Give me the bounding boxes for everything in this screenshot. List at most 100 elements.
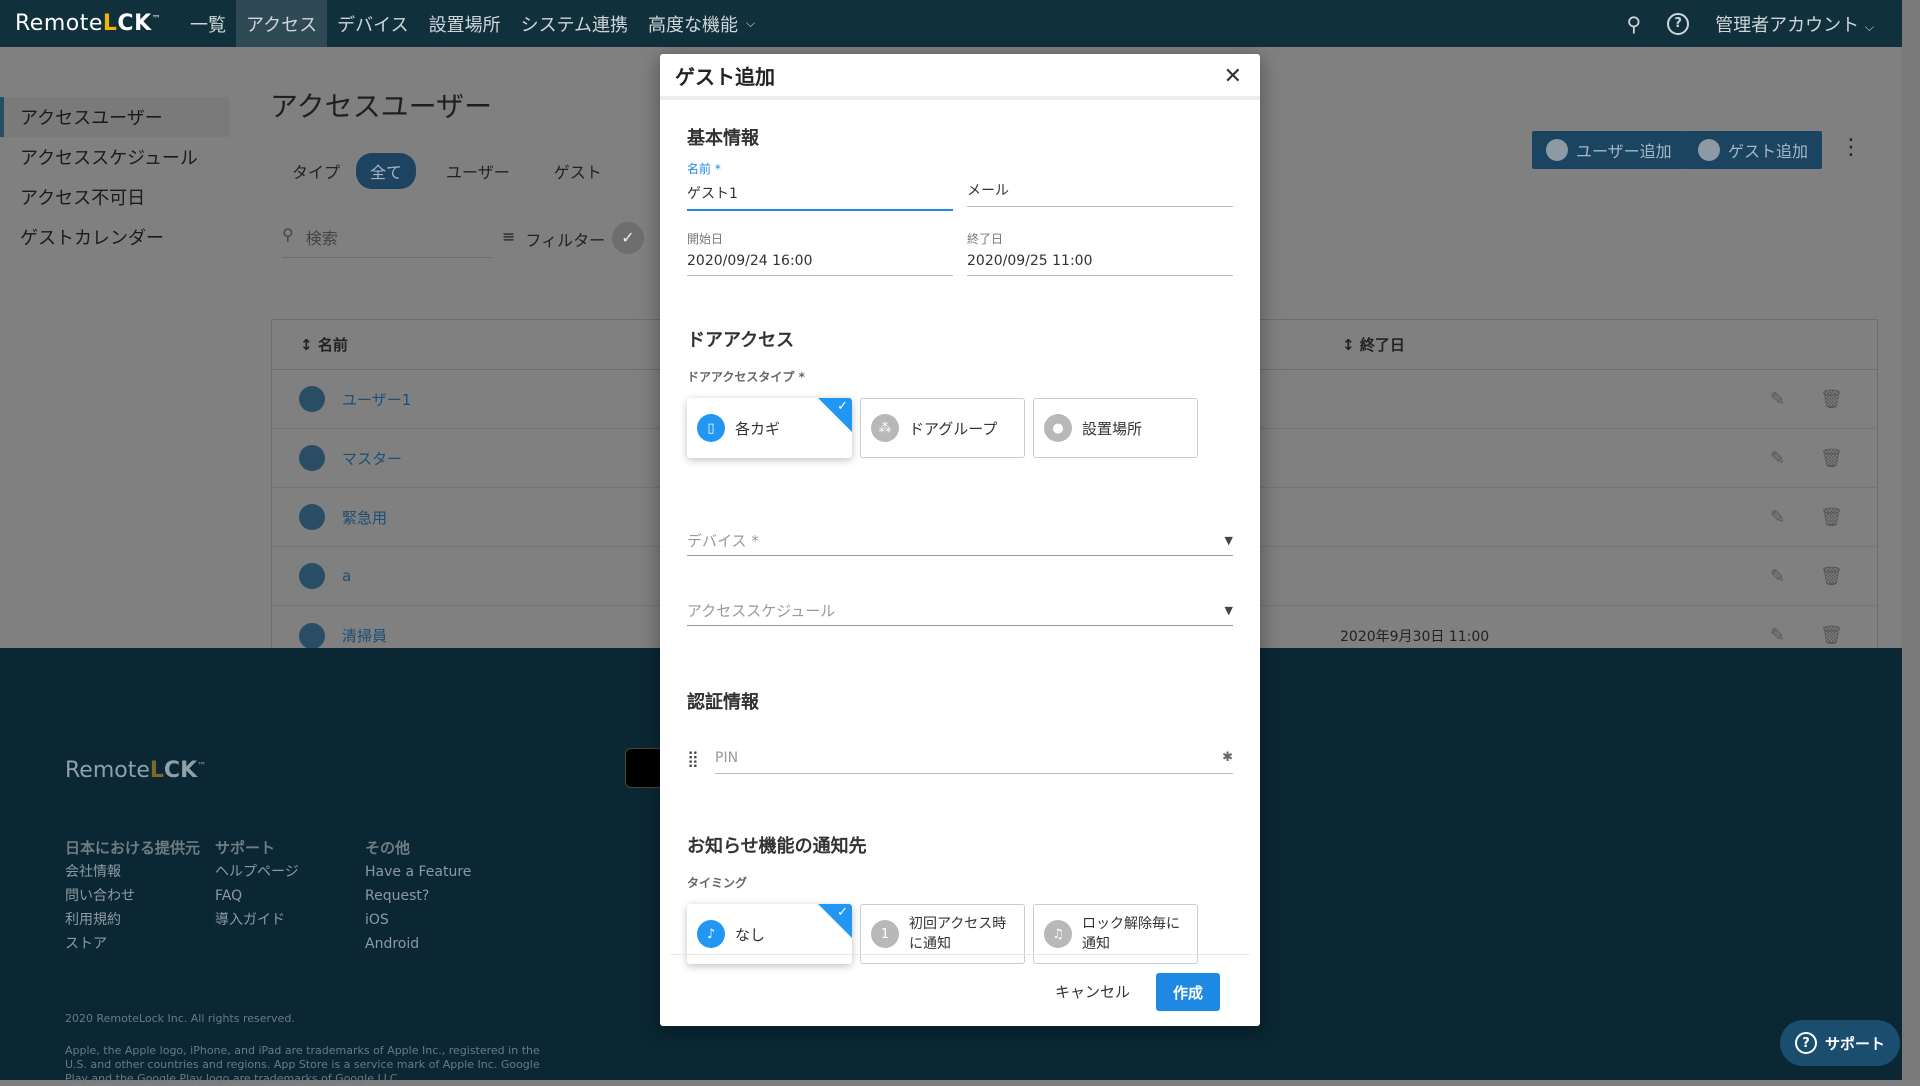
sort-icon: ↕ <box>1342 336 1355 354</box>
start-date-field[interactable]: 開始日 2020/09/24 16:00 <box>687 230 953 276</box>
edit-icon[interactable]: ✎ <box>1770 448 1785 469</box>
sidebar-item-access-schedules[interactable]: アクセススケジュール <box>0 137 230 177</box>
search-input[interactable]: ⚲ 検索 <box>282 225 492 258</box>
nav-item-advanced[interactable]: 高度な機能 ⌵ <box>638 0 765 47</box>
footer-logo: RemoteLCK™ <box>65 758 207 783</box>
user-name-link[interactable]: a <box>342 567 351 585</box>
chip-all[interactable]: 全て <box>356 153 417 189</box>
user-name-link[interactable]: 緊急用 <box>342 507 387 528</box>
top-right-actions: ⚲ ? 管理者アカウント ⌵ <box>1627 11 1875 37</box>
email-label-spacer <box>967 160 1233 174</box>
sort-name-header[interactable]: ↕ 名前 <box>300 334 348 355</box>
sidebar-item-guest-calendar[interactable]: ゲストカレンダー <box>0 217 230 257</box>
col-name-label: 名前 <box>317 336 348 354</box>
guest-avatar-icon <box>299 622 325 649</box>
door-group-icon: ⁂ <box>871 414 899 442</box>
end-date-field[interactable]: 終了日 2020/09/25 11:00 <box>967 230 1233 276</box>
sidebar-item-blackout-dates[interactable]: アクセス不可日 <box>0 177 230 217</box>
account-label: 管理者アカウント <box>1715 14 1860 36</box>
app-store-badge-icon[interactable] <box>625 748 665 788</box>
name-field[interactable]: 名前 * ゲスト1 <box>687 160 953 211</box>
delete-icon[interactable]: 🗑 <box>1820 507 1843 528</box>
email-field[interactable]: メール <box>967 160 1233 207</box>
bell-off-icon: ♪ <box>697 920 725 948</box>
option-label: ドアグループ <box>909 419 998 438</box>
filter-button[interactable]: ≡ フィルター <box>502 227 605 251</box>
app-logo[interactable]: RemoteLCK™ <box>15 11 180 36</box>
user-avatar-icon <box>299 563 325 589</box>
sort-end-header[interactable]: ↕ 終了日 <box>1342 334 1405 355</box>
delete-icon[interactable]: 🗑 <box>1820 389 1843 410</box>
user-name-link[interactable]: ユーザー1 <box>342 389 411 410</box>
name-value: ゲスト1 <box>687 186 738 202</box>
check-icon: ✓ <box>837 905 848 920</box>
nav-item-overview[interactable]: 一覧 <box>180 0 236 47</box>
page-title: アクセスユーザー <box>270 90 493 123</box>
section-door-access: ドアアクセス <box>687 330 795 351</box>
chip-guest[interactable]: ゲスト <box>540 153 616 189</box>
generate-pin-icon[interactable]: ✱ <box>1222 750 1233 765</box>
cancel-button[interactable]: キャンセル <box>1055 981 1130 1002</box>
footer-col-title: サポート <box>215 839 276 857</box>
user-name-link[interactable]: マスター <box>342 448 402 469</box>
user-name-link[interactable]: 清掃員 <box>342 625 387 646</box>
footer-link[interactable]: 導入ガイド <box>215 908 299 932</box>
option-label: 初回アクセス時に通知 <box>909 916 1007 952</box>
edit-icon[interactable]: ✎ <box>1770 507 1785 528</box>
dialog-header: ゲスト追加 ✕ <box>660 54 1260 100</box>
access-schedule-select[interactable]: アクセススケジュール ▼ <box>687 596 1233 626</box>
add-guest-button[interactable]: ゲスト追加 <box>1684 131 1823 169</box>
door-type-location[interactable]: ● 設置場所 <box>1033 398 1198 458</box>
nav-item-devices[interactable]: デバイス <box>327 0 418 47</box>
user-icon <box>1546 139 1568 161</box>
page-scrollbar[interactable] <box>1902 0 1920 1080</box>
nav-item-access[interactable]: アクセス <box>236 0 328 47</box>
edit-icon[interactable]: ✎ <box>1770 566 1785 587</box>
footer-link[interactable]: ストア <box>65 932 205 956</box>
footer-link[interactable]: Android <box>365 932 471 956</box>
chip-user[interactable]: ユーザー <box>432 153 524 189</box>
search-icon[interactable]: ⚲ <box>1627 12 1642 36</box>
create-button[interactable]: 作成 <box>1156 973 1220 1011</box>
option-label: 設置場所 <box>1082 419 1143 438</box>
delete-icon[interactable]: 🗑 <box>1820 566 1843 587</box>
dropdown-arrow-icon: ▼ <box>1224 534 1233 547</box>
device-select[interactable]: デバイス * ▼ <box>687 526 1233 556</box>
dialog-title: ゲスト追加 <box>675 64 775 89</box>
footer-link[interactable]: FAQ <box>215 884 299 908</box>
more-vert-icon[interactable]: ⋮ <box>1840 135 1862 160</box>
footer-link[interactable]: 問い合わせ <box>65 884 205 908</box>
name-label: 名前 * <box>687 162 721 176</box>
support-button[interactable]: ? サポート <box>1780 1020 1900 1066</box>
footer-col-provider: 日本における提供元 会社情報 問い合わせ 利用規約 ストア <box>65 836 205 956</box>
add-user-button[interactable]: ユーザー追加 <box>1532 131 1686 169</box>
footer-link[interactable]: Have a Feature <box>365 860 471 884</box>
pin-field[interactable]: ⣿ PIN ✱ <box>687 740 1233 776</box>
check-toggle-icon[interactable]: ✓ <box>612 222 644 254</box>
nav-item-integrations[interactable]: システム連携 <box>511 0 638 47</box>
account-menu[interactable]: 管理者アカウント ⌵ <box>1715 11 1874 37</box>
close-icon[interactable]: ✕ <box>1224 64 1242 89</box>
sort-icon: ↕ <box>300 336 313 354</box>
footer-link[interactable]: 会社情報 <box>65 860 205 884</box>
end-date-label: 終了日 <box>967 232 1004 246</box>
door-type-door-group[interactable]: ⁂ ドアグループ <box>860 398 1025 458</box>
footer-link[interactable]: iOS <box>365 908 471 932</box>
footer-link[interactable]: 利用規約 <box>65 908 205 932</box>
footer-link[interactable]: ヘルプページ <box>215 860 299 884</box>
filter-icon: ≡ <box>502 227 516 246</box>
nav-item-locations[interactable]: 設置場所 <box>419 0 511 47</box>
edit-icon[interactable]: ✎ <box>1770 625 1785 646</box>
footer-link[interactable]: Request? <box>365 884 471 908</box>
chevron-down-icon: ⌵ <box>746 16 756 30</box>
chevron-down-icon: ⌵ <box>1864 19 1874 34</box>
bell-icon: ♫ <box>1044 920 1072 948</box>
sidebar-item-access-users[interactable]: アクセスユーザー <box>0 97 230 137</box>
help-icon: ? <box>1794 1032 1817 1054</box>
pin-input[interactable]: PIN ✱ <box>715 742 1233 774</box>
delete-icon[interactable]: 🗑 <box>1820 448 1843 469</box>
delete-icon[interactable]: 🗑 <box>1820 625 1843 646</box>
edit-icon[interactable]: ✎ <box>1770 389 1785 410</box>
help-icon[interactable]: ? <box>1667 12 1690 35</box>
door-type-each-key[interactable]: ▯ 各カギ ✓ <box>687 398 852 458</box>
